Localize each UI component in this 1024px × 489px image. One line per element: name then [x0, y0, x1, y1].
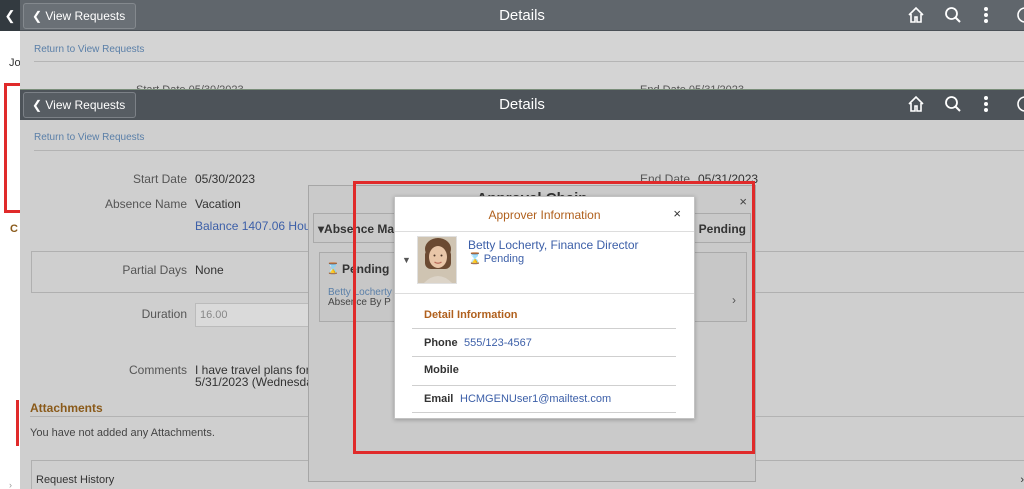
comments-line-2: 5/31/2023 (Wednesday: [195, 375, 319, 389]
navbar-icon[interactable]: [1016, 6, 1024, 29]
search-icon[interactable]: [944, 95, 962, 118]
absence-name-value: Vacation: [195, 197, 241, 211]
home-icon[interactable]: [907, 6, 925, 29]
divider: [34, 150, 1024, 151]
balance-link[interactable]: Balance 1407.06 Hours: [195, 219, 320, 233]
popup-title: Approver Information: [488, 208, 601, 222]
chevron-right-icon: ›: [1020, 474, 1024, 486]
search-icon[interactable]: [944, 6, 962, 29]
phone-label: Phone: [424, 337, 458, 349]
approver-info-popup: Approver Information × ▼ Betty Locherty,…: [394, 196, 695, 419]
attachments-title: Attachments: [30, 401, 103, 415]
back-page-content: Return to View Requests Start Date 05/30…: [20, 31, 1024, 96]
divider: [395, 231, 694, 232]
phone-link[interactable]: 555/123-4567: [464, 337, 532, 349]
avatar: [417, 236, 457, 284]
divider: [395, 293, 694, 294]
hourglass-icon: ⌛: [468, 253, 482, 265]
absence-name-label: Absence Name: [104, 197, 187, 211]
edge-section-label: C: [10, 223, 18, 235]
detail-information-title: Detail Information: [424, 309, 518, 321]
email-link[interactable]: HCMGENUser1@mailtest.com: [460, 393, 611, 405]
request-history-label: Request History: [36, 474, 115, 486]
back-header-bar: ❮ View Requests Details: [20, 0, 1024, 31]
approver-status: ⌛ Pending: [468, 253, 525, 265]
start-date-label: Start Date: [132, 172, 187, 186]
navbar-icon[interactable]: [1016, 95, 1024, 118]
hourglass-icon: ⌛: [326, 263, 340, 275]
partial-days-value: None: [195, 263, 224, 277]
divider: [412, 385, 676, 386]
divider: [34, 61, 1024, 62]
divider: [412, 356, 676, 357]
approver-name[interactable]: Betty Locherty, Finance Director: [468, 238, 639, 252]
divider: [412, 412, 676, 413]
edge-label: Jo: [9, 57, 21, 69]
home-icon[interactable]: [907, 95, 925, 118]
back-page-title: Details: [499, 7, 545, 24]
comments-label: Comments: [128, 363, 187, 377]
caret-down-icon[interactable]: ▼: [402, 255, 411, 265]
more-vertical-icon[interactable]: [983, 95, 989, 118]
mobile-label: Mobile: [424, 364, 459, 376]
duration-label: Duration: [141, 307, 187, 321]
email-label: Email: [424, 393, 454, 405]
front-header-bar: ❮ View Requests Details: [20, 89, 1024, 120]
edge-mark: ›: [9, 480, 12, 489]
more-vertical-icon[interactable]: [983, 6, 989, 29]
start-date-value: 05/30/2023: [195, 172, 256, 186]
attachments-highlight-bar: [16, 401, 19, 446]
return-to-view-requests-link[interactable]: Return to View Requests: [34, 132, 144, 143]
front-page-title: Details: [499, 96, 545, 113]
attachments-empty-text: You have not added any Attachments.: [30, 427, 215, 439]
divider: [412, 328, 676, 329]
return-to-view-requests-link-back[interactable]: Return to View Requests: [34, 44, 144, 55]
partial-days-label: Partial Days: [122, 263, 187, 277]
back-chevron-icon[interactable]: ❮: [0, 0, 20, 31]
close-icon[interactable]: ×: [673, 206, 681, 221]
duration-field: 16.00: [195, 303, 315, 327]
